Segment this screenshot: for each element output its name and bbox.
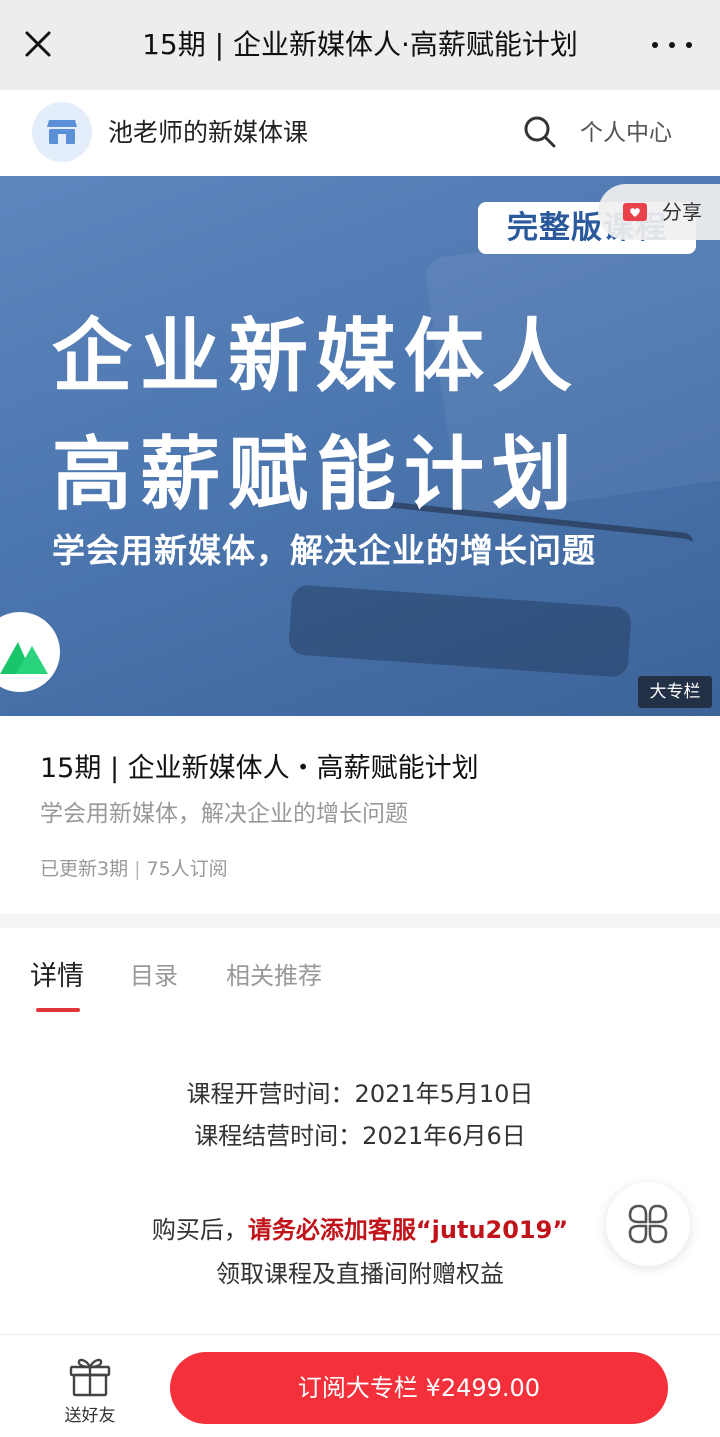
notice-suffix: 领取课程及直播间附赠权益: [216, 1260, 504, 1288]
title-bar: 15期 | 企业新媒体人·高薪赋能计划: [0, 0, 720, 90]
bottom-action-bar: 送好友 订阅大专栏 ¥2499.00: [0, 1334, 720, 1437]
more-options-icon[interactable]: [652, 30, 692, 60]
tab-catalog[interactable]: 目录: [130, 956, 178, 991]
update-count: 已更新3期: [40, 858, 129, 880]
share-button[interactable]: 分享: [598, 184, 720, 240]
gift-icon: [69, 1358, 111, 1397]
share-label: 分享: [662, 200, 702, 224]
close-time: 课程结营时间：2021年6月6日: [194, 1122, 526, 1150]
tab-details[interactable]: 详情: [30, 954, 84, 993]
open-time: 课程开营时间：2021年5月10日: [186, 1080, 534, 1108]
details-content: 课程开营时间：2021年5月10日 课程结营时间：2021年6月6日 购买后，请…: [0, 1018, 720, 1334]
section-divider: [0, 914, 720, 928]
notice-prefix: 购买后，: [151, 1216, 248, 1244]
banner-subtitle: 学会用新媒体，解决企业的增长问题: [52, 531, 596, 570]
share-icon: [622, 200, 648, 222]
shop-name[interactable]: 池老师的新媒体课: [108, 90, 308, 176]
banner-headline-line1: 企业新媒体人: [52, 310, 580, 403]
subscriber-count: 75人订阅: [146, 858, 228, 880]
gift-label: 送好友: [64, 1406, 116, 1426]
shop-avatar[interactable]: [32, 102, 92, 162]
close-icon[interactable]: [18, 22, 58, 66]
column-tag: 大专栏: [638, 676, 712, 708]
course-subtitle: 学会用新媒体，解决企业的增长问题: [40, 801, 408, 827]
grid-menu-icon: [628, 1204, 668, 1244]
tab-recommendations[interactable]: 相关推荐: [226, 956, 322, 991]
course-info: 15期 | 企业新媒体人・高薪赋能计划 学会用新媒体，解决企业的增长问题 已更新…: [0, 716, 720, 914]
notice-highlight: 请务必添加客服“jutu2019”: [247, 1216, 569, 1244]
store-icon: [47, 120, 77, 144]
floating-menu-button[interactable]: [606, 1182, 690, 1266]
banner-headline-line2: 高薪赋能计划: [52, 428, 580, 521]
active-tab-indicator: [36, 1008, 80, 1012]
course-title: 15期 | 企业新媒体人・高薪赋能计划: [40, 753, 479, 784]
shop-header: 池老师的新媒体课 个人中心: [0, 90, 720, 176]
page-title: 15期 | 企业新媒体人·高薪赋能计划: [142, 28, 578, 61]
tab-bar: 详情 目录 相关推荐: [0, 928, 720, 1018]
gift-to-friend-button[interactable]: 送好友: [56, 1355, 124, 1426]
search-icon[interactable]: [522, 114, 558, 150]
course-meta: 已更新3期 | 75人订阅: [40, 858, 228, 880]
subscribe-button[interactable]: 订阅大专栏 ¥2499.00: [170, 1352, 668, 1424]
personal-center-link[interactable]: 个人中心: [580, 90, 672, 176]
